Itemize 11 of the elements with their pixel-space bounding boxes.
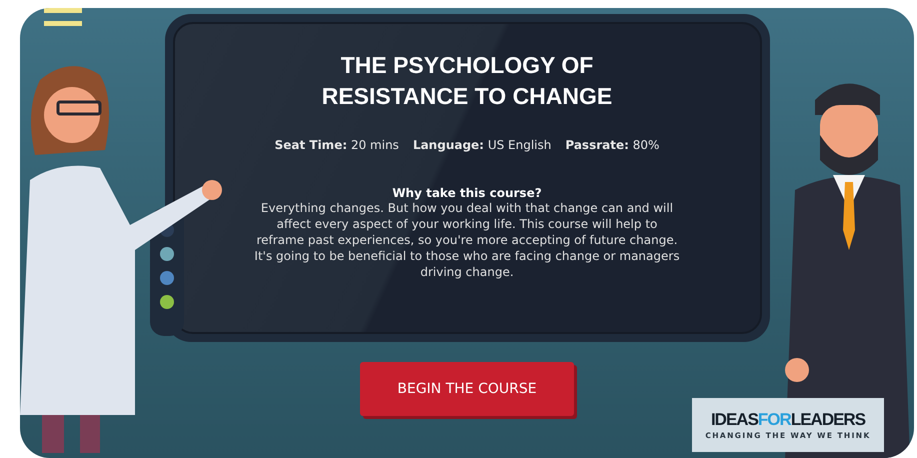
why-heading: Why take this course? xyxy=(392,186,542,200)
course-detail: Seat Time: 20 mins xyxy=(274,138,399,152)
logo-word: FOR xyxy=(758,410,791,428)
course-title: THE PSYCHOLOGY OF RESISTANCE TO CHANGE xyxy=(320,51,614,111)
logo-word: IDEAS xyxy=(710,410,758,428)
course-detail: Passrate: 80% xyxy=(565,138,660,152)
course-detail: Language: US English xyxy=(412,138,552,152)
menu-icon[interactable] xyxy=(44,8,82,26)
begin-course-button[interactable]: BEGIN THE COURSE xyxy=(360,362,574,416)
course-description: Everything changes. But how you deal with that change can and will affect every aspect of your working life. This course will help to reframe past experiences, so you're more accepting of future change. It's going to be beneficial to those who are facing change or managers driving change. xyxy=(253,200,681,280)
logo-word: LEADERS xyxy=(790,410,866,428)
